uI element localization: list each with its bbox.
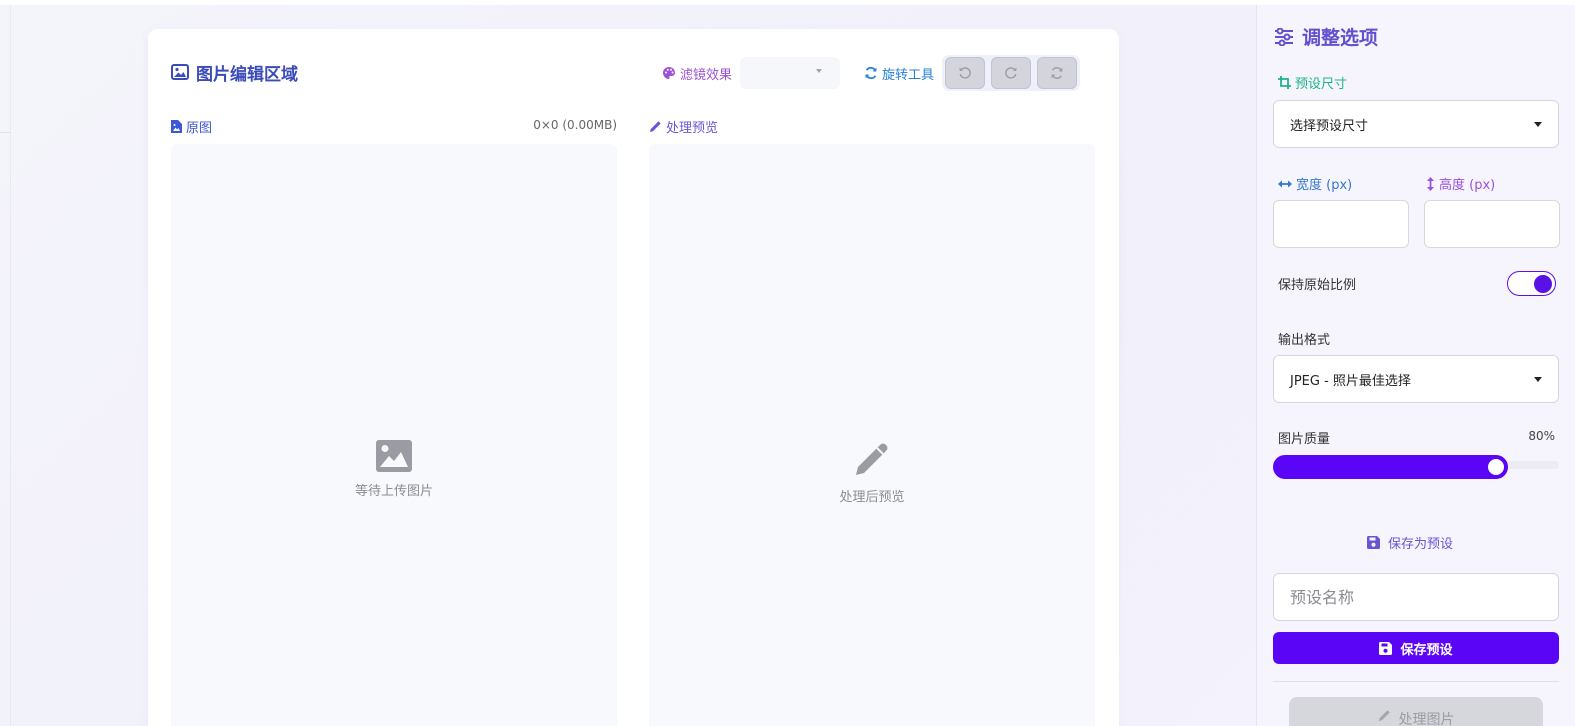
preset-size-selected: 选择预设尺寸 (1290, 118, 1369, 134)
original-panel-header: 原图 (171, 116, 212, 136)
output-format-label: 输出格式 (1278, 333, 1331, 348)
quality-label: 图片质量 (1278, 432, 1331, 447)
rotate-right-button[interactable] (991, 57, 1032, 89)
height-input[interactable] (1424, 200, 1560, 248)
image-icon (171, 64, 189, 80)
quality-value: 80% (1528, 429, 1555, 443)
rotate-left-button[interactable] (945, 57, 986, 89)
process-image-button-text: 处理图片 (1398, 712, 1455, 726)
save-as-preset-text: 保存为预设 (1388, 537, 1454, 552)
width-label: 宽度 (px) (1278, 174, 1352, 193)
sidebar-divider (1273, 681, 1559, 682)
sidebar-title: 调整选项 (1274, 23, 1378, 50)
preview-label: 处理预览 (666, 120, 719, 136)
toggle-knob (1534, 274, 1552, 293)
editor-title: 图片编辑区域 (171, 60, 298, 85)
preset-size-label-text: 预设尺寸 (1295, 77, 1348, 92)
image-placeholder-icon (376, 440, 412, 472)
preset-name-input[interactable] (1273, 573, 1559, 621)
save-preset-button[interactable]: 保存预设 (1273, 632, 1559, 664)
left-divider (10, 5, 11, 726)
preview-placeholder-text: 处理后预览 (839, 490, 905, 505)
reset-rotation-button[interactable] (1037, 57, 1078, 89)
quality-slider-fill (1273, 455, 1508, 479)
filter-label: 滤镜效果 (662, 64, 732, 83)
pencil-icon (1378, 710, 1390, 721)
rotate-right-icon (1005, 67, 1017, 79)
crop-icon (1278, 76, 1291, 89)
editor-title-text: 图片编辑区域 (196, 64, 298, 85)
rotate-tools-text: 旋转工具 (882, 67, 935, 83)
arrows-horizontal-icon (1278, 180, 1292, 187)
arrows-vertical-icon (1427, 176, 1434, 191)
original-size-info: 0×0 (0.00MB) (533, 118, 617, 132)
rotate-left-icon (959, 67, 971, 79)
sidebar-title-text: 调整选项 (1302, 27, 1379, 49)
left-tick (0, 132, 10, 133)
preview-placeholder: 处理后预览 (649, 440, 1095, 505)
save-as-preset-link[interactable]: 保存为预设 (1367, 533, 1453, 552)
rotate-tools-label: 旋转工具 (864, 64, 934, 83)
preset-size-select[interactable]: 选择预设尺寸 (1273, 100, 1559, 148)
width-label-text: 宽度 (px) (1296, 178, 1353, 193)
pencil-icon (650, 120, 661, 132)
floppy-disk-icon (1367, 536, 1380, 549)
save-preset-button-text: 保存预设 (1400, 642, 1453, 658)
sliders-icon (1275, 27, 1293, 46)
chevron-down-icon (1534, 377, 1542, 382)
editor-toolbar: 滤镜效果 旋转工具 (662, 55, 1081, 91)
filter-select[interactable] (740, 57, 841, 89)
image-editor-card: 图片编辑区域 滤镜效果 旋转工具 原图 0×0 (0.00MB) 处理预览 等待… (148, 29, 1119, 726)
adjustment-sidebar: 调整选项 预设尺寸 选择预设尺寸 宽度 (px) 高度 (px) 保持原始比例 … (1256, 5, 1575, 726)
original-placeholder: 等待上传图片 (171, 440, 617, 499)
chevron-down-icon (1534, 122, 1542, 127)
image-file-icon (171, 119, 182, 133)
original-image-panel[interactable]: 等待上传图片 (171, 144, 617, 726)
keep-ratio-label: 保持原始比例 (1278, 278, 1357, 293)
height-label-text: 高度 (px) (1439, 178, 1496, 193)
output-format-selected: JPEG - 照片最佳选择 (1290, 373, 1411, 389)
sync-icon (1051, 67, 1063, 79)
refresh-icon (865, 66, 877, 80)
height-label: 高度 (px) (1426, 174, 1495, 193)
palette-icon (663, 67, 675, 79)
quality-slider-thumb[interactable] (1485, 457, 1506, 477)
filter-label-text: 滤镜效果 (680, 67, 733, 83)
output-format-select[interactable]: JPEG - 照片最佳选择 (1273, 355, 1559, 403)
process-image-button[interactable]: 处理图片 (1289, 697, 1543, 726)
keep-ratio-toggle[interactable] (1507, 271, 1556, 296)
preview-image-panel: 处理后预览 (649, 144, 1095, 726)
rotate-button-group (942, 55, 1081, 91)
preview-panel-header: 处理预览 (649, 116, 718, 136)
preset-size-label: 预设尺寸 (1278, 73, 1347, 92)
pencil-placeholder-icon (856, 443, 888, 475)
floppy-disk-icon (1379, 641, 1393, 655)
chevron-down-icon (816, 69, 823, 73)
width-input[interactable] (1273, 200, 1409, 248)
original-placeholder-text: 等待上传图片 (354, 484, 433, 499)
original-label: 原图 (186, 120, 213, 136)
